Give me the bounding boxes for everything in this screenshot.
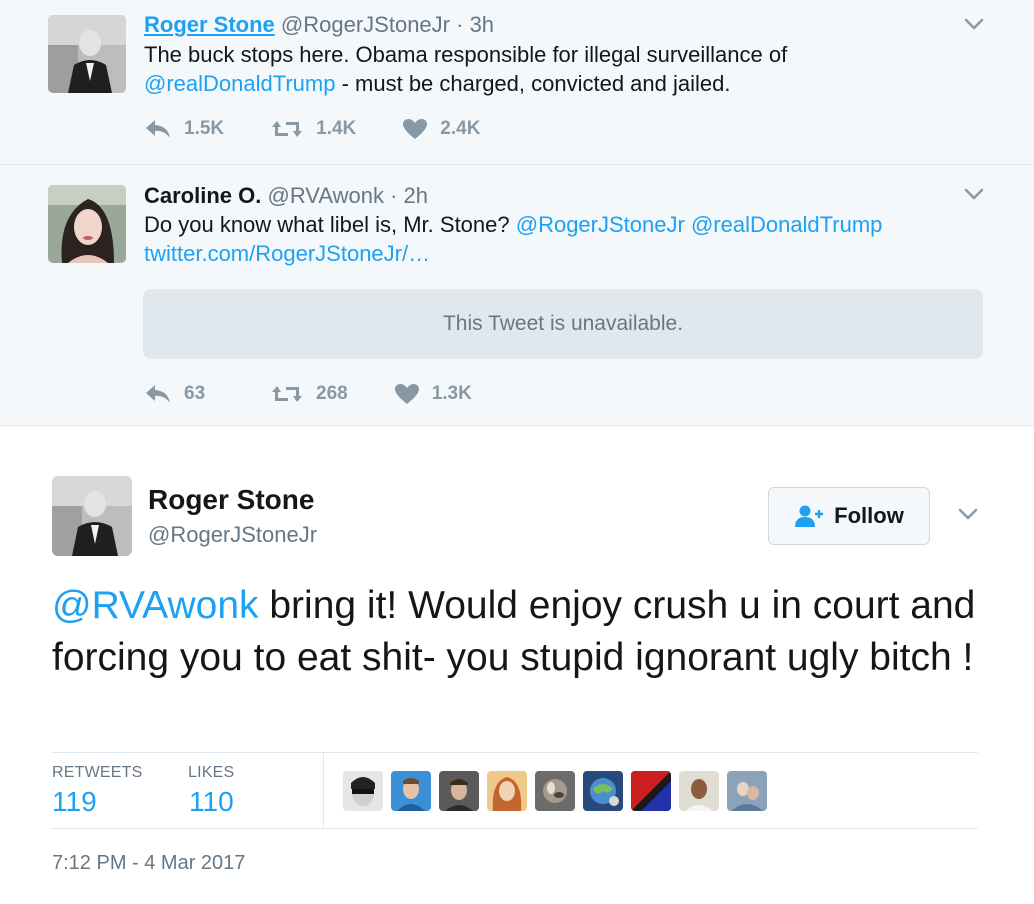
divider <box>52 752 978 753</box>
tweet-timestamp[interactable]: 7:12 PM - 4 Mar 2017 <box>52 852 245 875</box>
likes-label: LIKES <box>188 764 235 781</box>
retweets-label: RETWEETS <box>52 764 143 781</box>
add-user-icon <box>795 505 824 527</box>
main-tweet-text: @RVAwonk bring it! Would enjoy crush u i… <box>52 580 982 684</box>
liker-avatar[interactable] <box>391 771 431 811</box>
tweet-text-line1: Do you know what libel is, Mr. Stone? @R… <box>144 210 882 240</box>
author-handle: @RVAwonk <box>267 183 384 208</box>
like-count: 1.3K <box>431 383 472 404</box>
author-name[interactable]: Roger Stone <box>144 12 275 37</box>
reply-button[interactable]: 1.5K <box>144 118 224 140</box>
chevron-down-icon[interactable] <box>962 182 986 206</box>
mention-link[interactable]: @RVAwonk <box>52 584 259 627</box>
follow-label: Follow <box>834 503 904 528</box>
retweet-button[interactable]: 268 <box>270 383 348 405</box>
tweet-text: Do you know what libel is, Mr. Stone? <box>144 212 516 237</box>
tweet-time[interactable]: · 2h <box>390 183 428 208</box>
heart-icon <box>403 119 428 139</box>
heart-icon <box>394 384 419 404</box>
mention-link[interactable]: @realDonaldTrump <box>144 71 335 96</box>
liker-avatar[interactable] <box>583 771 623 811</box>
like-count: 2.4K <box>440 118 481 139</box>
tweet-text-line2: @realDonaldTrump - must be charged, conv… <box>144 69 731 99</box>
chevron-down-icon[interactable] <box>956 502 980 526</box>
main-author-avatar[interactable] <box>52 476 132 556</box>
unavailable-quoted-tweet: This Tweet is unavailable. <box>143 289 983 359</box>
reply-icon <box>146 120 170 138</box>
reply-button[interactable]: 63 <box>144 383 224 405</box>
tweet-text-rest: - must be charged, convicted and jailed. <box>335 71 731 96</box>
tweet-actions: 63 268 1.3K <box>144 383 518 405</box>
likers-avatars <box>343 771 767 811</box>
context-tweet-roger-stone[interactable]: Roger Stone @RogerJStoneJr · 3h The buck… <box>0 0 1034 165</box>
liker-avatar[interactable] <box>343 771 383 811</box>
liker-avatar[interactable] <box>535 771 575 811</box>
liker-avatar[interactable] <box>679 771 719 811</box>
retweet-icon <box>272 121 303 137</box>
liker-avatar[interactable] <box>727 771 767 811</box>
tweet-header: Caroline O. @RVAwonk · 2h <box>144 181 428 211</box>
mention-link[interactable]: @RogerJStoneJr <box>516 212 685 237</box>
quoted-tweet-link[interactable]: twitter.com/RogerJStoneJr/… <box>144 241 430 266</box>
divider <box>323 753 324 828</box>
author-handle: @RogerJStoneJr <box>280 12 450 37</box>
like-button[interactable]: 2.4K <box>402 118 480 140</box>
retweets-count[interactable]: 119 <box>52 786 97 818</box>
tweet-actions: 1.5K 1.4K 2.4K <box>144 118 526 140</box>
tweet-header: Roger Stone @RogerJStoneJr · 3h <box>144 10 494 40</box>
likes-count[interactable]: 110 <box>189 786 234 818</box>
divider <box>52 828 978 829</box>
reply-icon <box>146 385 170 403</box>
main-author-name[interactable]: Roger Stone <box>148 484 314 516</box>
roger-stone-avatar[interactable] <box>48 15 126 93</box>
reply-count: 1.5K <box>184 118 225 139</box>
retweet-count: 268 <box>316 383 348 404</box>
retweet-count: 1.4K <box>316 118 357 139</box>
retweet-button[interactable]: 1.4K <box>270 118 356 140</box>
context-tweet-caroline[interactable]: Caroline O. @RVAwonk · 2h Do you know wh… <box>0 165 1034 426</box>
reply-count: 63 <box>184 383 206 404</box>
main-author-handle[interactable]: @RogerJStoneJr <box>148 522 317 548</box>
tweet-text-line1: The buck stops here. Obama responsible f… <box>144 42 788 67</box>
liker-avatar[interactable] <box>487 771 527 811</box>
caroline-avatar[interactable] <box>48 185 126 263</box>
liker-avatar[interactable] <box>439 771 479 811</box>
tweet-text-line2: twitter.com/RogerJStoneJr/… <box>144 239 430 269</box>
liker-avatar[interactable] <box>631 771 671 811</box>
like-button[interactable]: 1.3K <box>394 383 472 405</box>
chevron-down-icon[interactable] <box>962 12 986 36</box>
author-name[interactable]: Caroline O. <box>144 183 261 208</box>
mention-link[interactable]: @realDonaldTrump <box>691 212 882 237</box>
follow-button[interactable]: Follow <box>768 487 930 545</box>
tweet-time[interactable]: · 3h <box>456 12 494 37</box>
retweet-icon <box>272 386 302 402</box>
